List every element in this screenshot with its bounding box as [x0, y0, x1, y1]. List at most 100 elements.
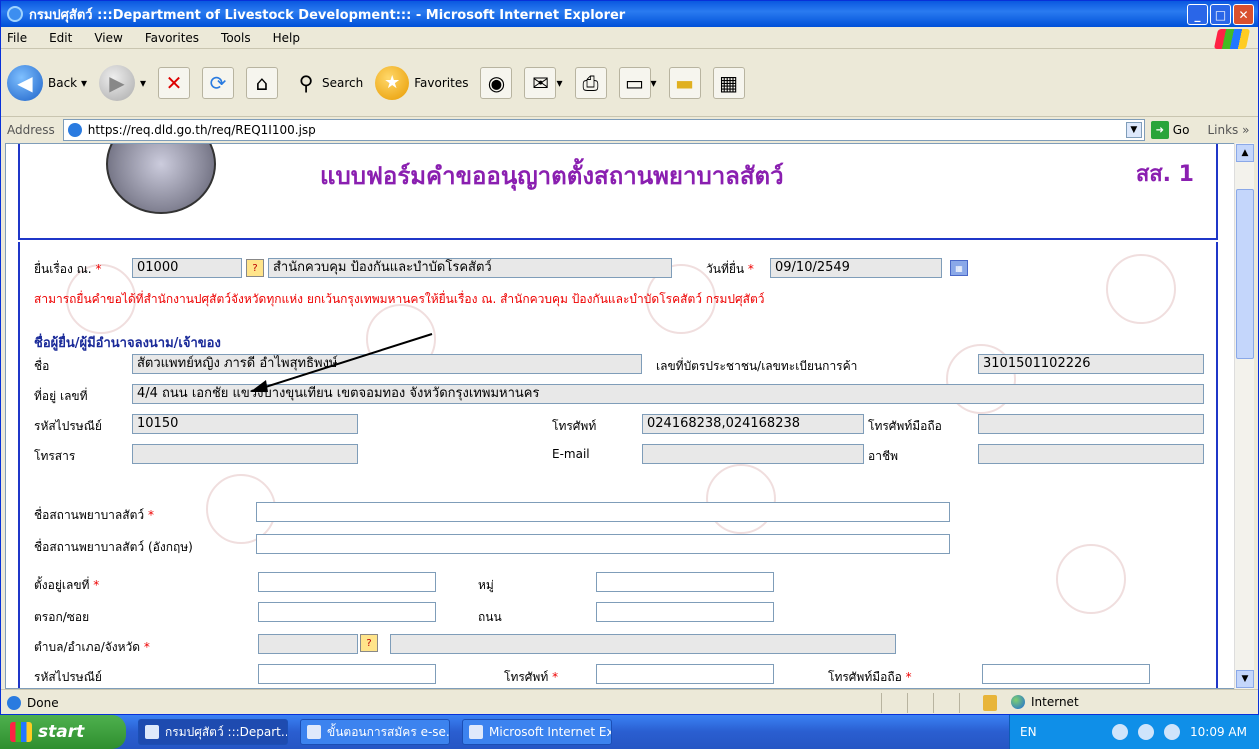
- go-label: Go: [1172, 123, 1190, 137]
- located-label-text: ตั้งอยู่เลขที่: [34, 578, 90, 592]
- close-button[interactable]: ✕: [1233, 4, 1254, 25]
- home-button[interactable]: ⌂: [246, 66, 279, 99]
- phone2-label: โทรศัพท์ *: [504, 668, 558, 687]
- task-ie-other[interactable]: Microsoft Internet Ex...: [462, 719, 612, 745]
- mobile-field[interactable]: [978, 414, 1204, 434]
- phone2-input[interactable]: [596, 664, 774, 684]
- required-mark: *: [747, 262, 754, 276]
- back-button[interactable]: ◀ Back ▾: [7, 64, 87, 101]
- task-label: Microsoft Internet Ex...: [489, 725, 612, 739]
- form-header: แบบฟอร์มคำขออนุญาตตั้งสถานพยาบาลสัตว์ สส…: [18, 144, 1218, 240]
- network-icon[interactable]: [1138, 724, 1155, 740]
- folder-button[interactable]: ▬: [668, 66, 701, 99]
- go-button[interactable]: ➜ Go: [1150, 121, 1190, 139]
- email-field[interactable]: [642, 444, 864, 464]
- mail-button[interactable]: ✉ ▾: [524, 66, 563, 99]
- scroll-down-icon[interactable]: ▼: [1236, 670, 1254, 688]
- print-button[interactable]: ⎙: [574, 66, 607, 99]
- links-button[interactable]: Links »: [1207, 123, 1249, 137]
- clinic-name-en-input[interactable]: [256, 534, 950, 554]
- form-title: แบบฟอร์มคำขออนุญาตตั้งสถานพยาบาลสัตว์: [320, 162, 784, 190]
- occupation-field[interactable]: [978, 444, 1204, 464]
- task-ie-dld[interactable]: กรมปศุสัตว์ :::Depart...: [138, 719, 288, 745]
- filed-at-code-field[interactable]: 01000: [132, 258, 242, 278]
- refresh-button[interactable]: ⟳: [202, 66, 235, 99]
- lookup-icon[interactable]: ?: [246, 259, 264, 277]
- language-indicator[interactable]: EN: [1020, 725, 1037, 739]
- address-dropdown-icon[interactable]: ▼: [1125, 122, 1142, 138]
- required-mark: *: [147, 508, 154, 522]
- taskbar: start กรมปศุสัตว์ :::Depart... ขั้นตอนกา…: [0, 715, 1259, 749]
- folder-icon: ▬: [668, 66, 701, 99]
- favorites-button[interactable]: ★ Favorites: [375, 65, 468, 100]
- windows-flag-icon: [10, 722, 32, 742]
- media-icon: ◉: [480, 66, 513, 99]
- required-mark: *: [905, 670, 912, 684]
- clinic-name-input[interactable]: [256, 502, 950, 522]
- menu-favorites[interactable]: Favorites: [145, 31, 199, 45]
- postal-label: รหัสไปรษณีย์: [34, 419, 102, 433]
- menu-help[interactable]: Help: [273, 31, 300, 45]
- search-label: Search: [322, 75, 364, 90]
- district-code-field[interactable]: [258, 634, 358, 654]
- minimize-button[interactable]: _: [1187, 4, 1208, 25]
- mobile2-input[interactable]: [982, 664, 1150, 684]
- filed-at-name-field[interactable]: สำนักควบคุม ป้องกันและบำบัดโรคสัตว์: [268, 258, 672, 278]
- located-input[interactable]: [258, 572, 436, 592]
- date-field[interactable]: 09/10/2549: [770, 258, 942, 278]
- located-label: ตั้งอยู่เลขที่ *: [34, 576, 99, 595]
- fax-field[interactable]: [132, 444, 358, 464]
- search-button[interactable]: ⚲ Search: [290, 67, 364, 99]
- calendar-icon[interactable]: ▦: [950, 260, 968, 276]
- menu-edit[interactable]: Edit: [49, 31, 72, 45]
- phone2-label-text: โทรศัพท์: [504, 670, 549, 684]
- tray-app-icon[interactable]: [1164, 724, 1181, 740]
- mobile2-label: โทรศัพท์มือถือ *: [828, 668, 912, 687]
- menu-file[interactable]: File: [7, 31, 27, 45]
- postal2-input[interactable]: [258, 664, 436, 684]
- maximize-button[interactable]: □: [1210, 4, 1231, 25]
- menu-view[interactable]: View: [94, 31, 122, 45]
- edit-icon: ▭: [618, 66, 651, 99]
- mail-icon: ✉: [524, 66, 557, 99]
- edit-button[interactable]: ▭ ▾: [618, 66, 657, 99]
- forward-arrow-icon: ▶: [98, 64, 135, 101]
- email-label: E-mail: [552, 447, 590, 461]
- status-divider: [959, 693, 960, 713]
- phone-label: โทรศัพท์: [552, 419, 597, 433]
- postal-field[interactable]: 10150: [132, 414, 358, 434]
- application-form: ยื่นเรื่อง ณ. * 01000 ? สำนักควบคุม ป้อง…: [18, 242, 1218, 688]
- address-input[interactable]: https://req.dld.go.th/req/REQ1I100.jsp ▼: [62, 119, 1145, 141]
- scroll-up-icon[interactable]: ▲: [1236, 144, 1254, 162]
- lookup-icon[interactable]: ?: [360, 634, 378, 652]
- system-tray: EN 10:09 AM: [1009, 715, 1259, 749]
- idcard-field[interactable]: 3101501102226: [978, 354, 1204, 374]
- scroll-thumb[interactable]: [1236, 189, 1254, 359]
- filed-at-label-text: ยื่นเรื่อง ณ.: [34, 262, 92, 276]
- address-url: https://req.dld.go.th/req/REQ1I100.jsp: [87, 123, 316, 137]
- back-arrows-icon[interactable]: [1112, 724, 1129, 740]
- clinic-name-label: ชื่อสถานพยาบาลสัตว์ *: [34, 506, 154, 525]
- status-bar: Done Internet: [1, 689, 1258, 715]
- refresh-icon: ⟳: [202, 66, 235, 99]
- research-button[interactable]: ▦: [712, 66, 745, 99]
- moo-label: หมู่: [478, 578, 494, 592]
- filing-note: สามารถยื่นคำขอได้ที่สำนักงานปศุสัตว์จังห…: [34, 292, 765, 306]
- required-mark: *: [143, 640, 150, 654]
- status-divider: [933, 693, 934, 713]
- menu-tools[interactable]: Tools: [221, 31, 251, 45]
- task-word-doc[interactable]: ขั้นตอนการสมัคร e-se...: [300, 719, 450, 745]
- road-input[interactable]: [596, 602, 774, 622]
- media-button[interactable]: ◉: [480, 66, 513, 99]
- district-name-field[interactable]: [390, 634, 896, 654]
- start-button[interactable]: start: [0, 715, 126, 749]
- links-label: Links: [1207, 123, 1239, 137]
- required-mark: *: [93, 578, 100, 592]
- vertical-scrollbar[interactable]: ▲ ▼: [1234, 143, 1254, 689]
- soi-input[interactable]: [258, 602, 436, 622]
- stop-button[interactable]: ✕: [158, 66, 191, 99]
- moo-input[interactable]: [596, 572, 774, 592]
- forward-button[interactable]: ▶ ▾: [98, 64, 146, 101]
- secure-lock-icon[interactable]: [983, 695, 997, 711]
- phone-field[interactable]: 024168238,024168238: [642, 414, 864, 434]
